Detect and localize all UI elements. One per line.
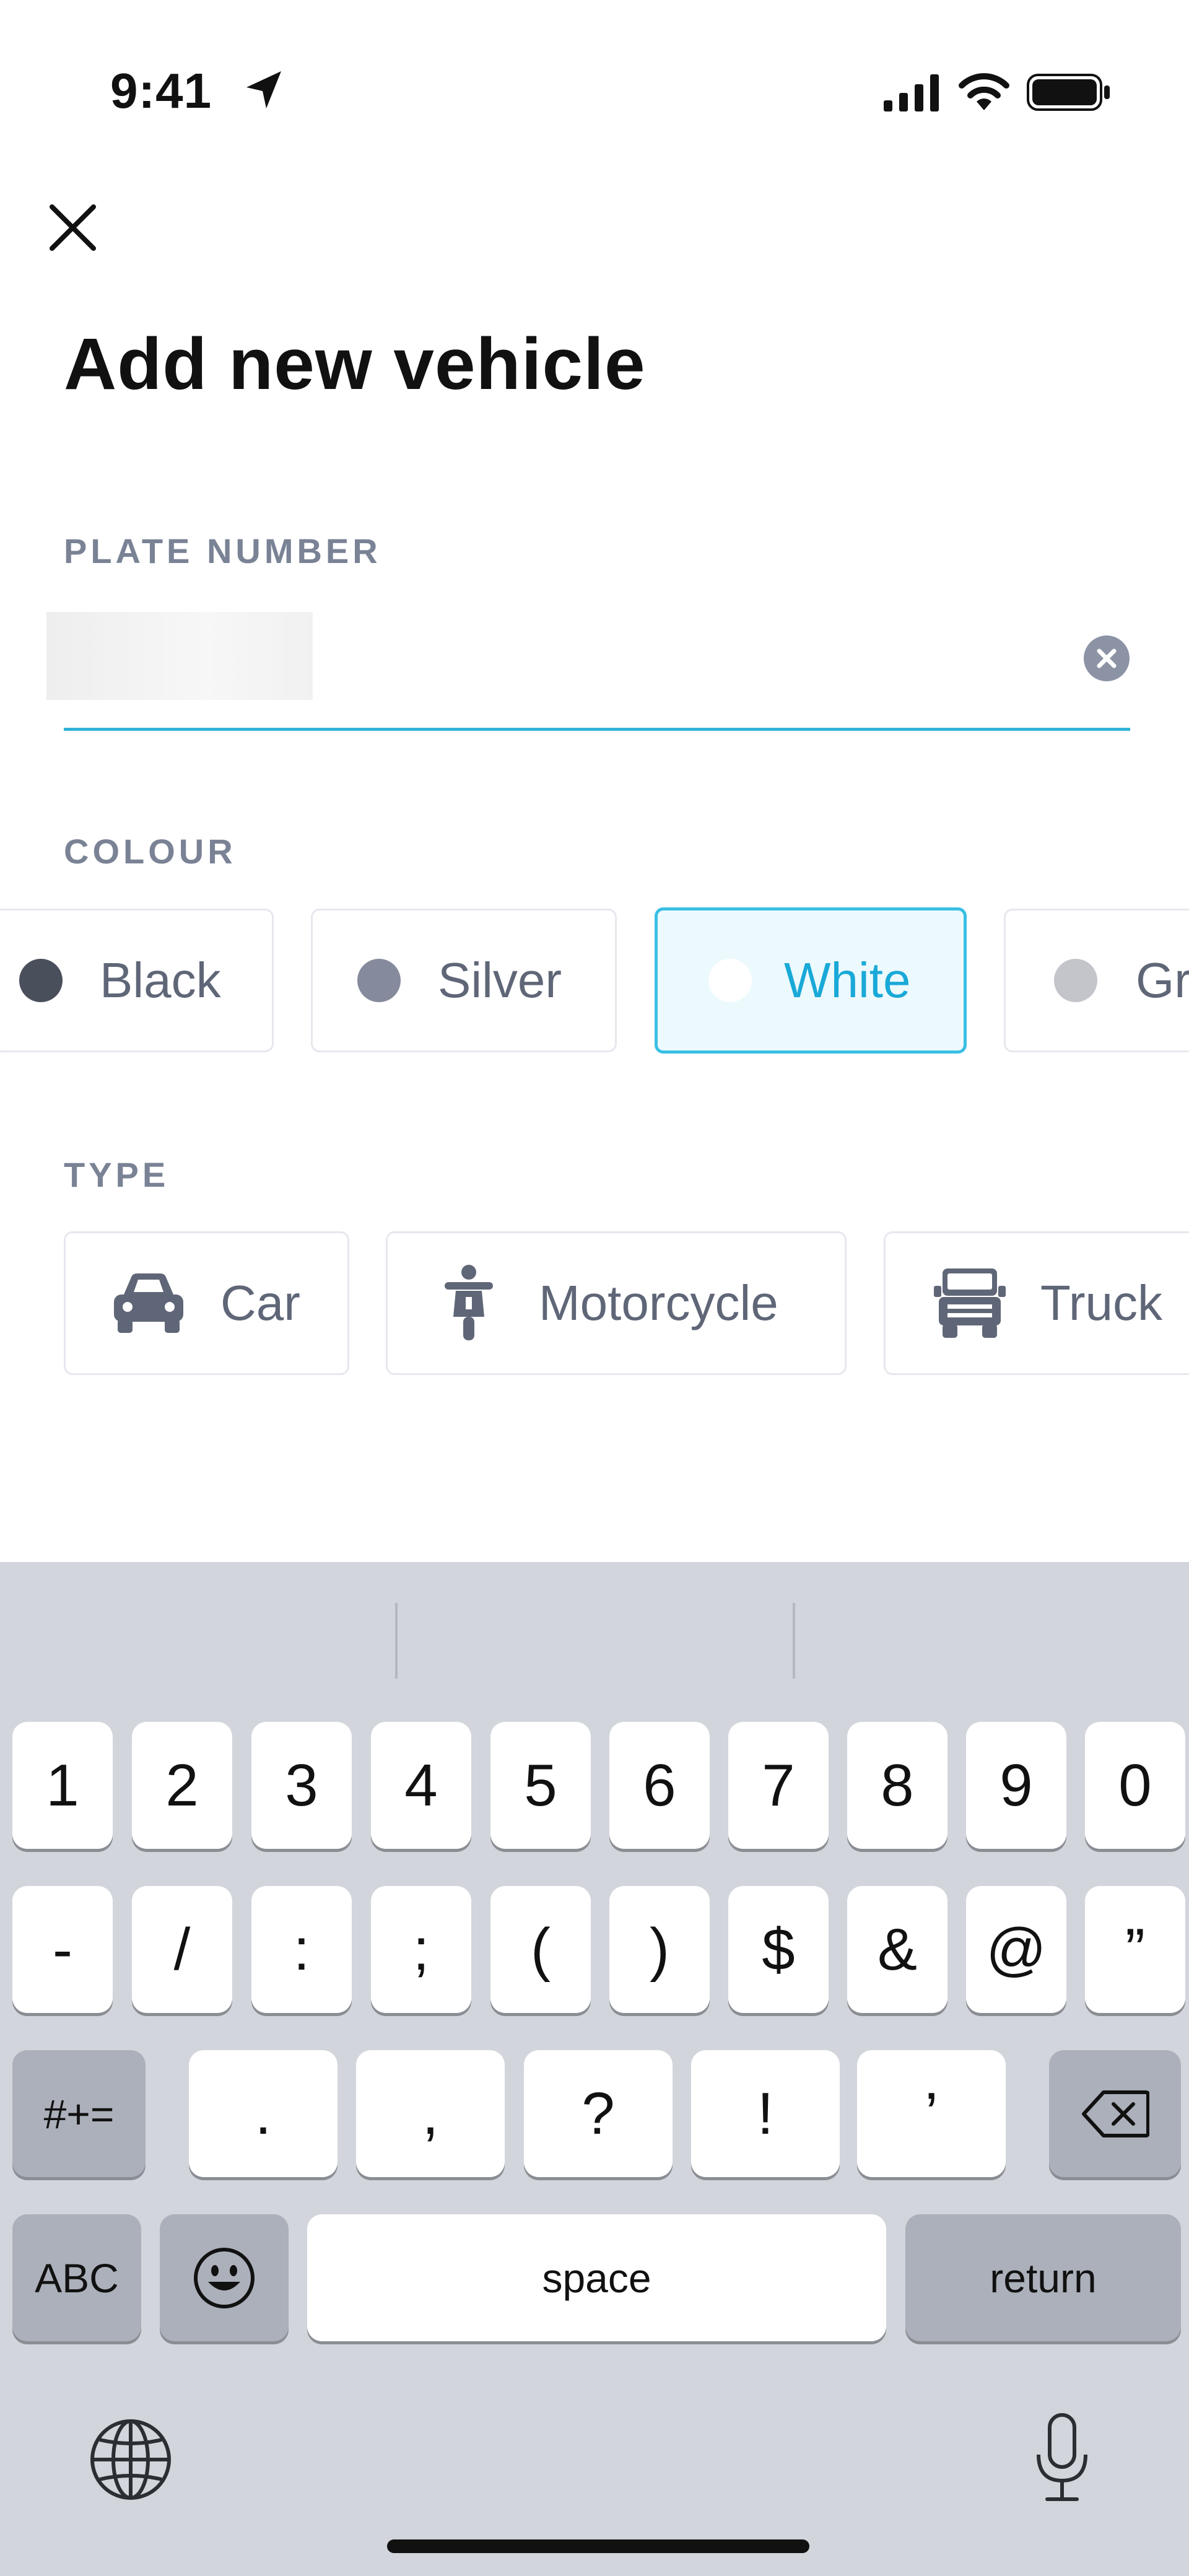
type-option-truck[interactable]: Truck xyxy=(884,1231,1189,1375)
colour-option-silver[interactable]: Silver xyxy=(311,909,617,1052)
car-icon xyxy=(114,1273,183,1333)
motorcycle-icon xyxy=(445,1265,493,1340)
globe-icon xyxy=(90,2419,171,2500)
type-option-motorcycle[interactable]: Motorcycle xyxy=(386,1231,847,1375)
colour-label: COLOUR xyxy=(64,832,237,871)
key[interactable]: @ xyxy=(966,1886,1066,2013)
colour-swatch-white xyxy=(708,959,752,1002)
symbols-shift-key[interactable]: #+= xyxy=(12,2050,146,2177)
key[interactable]: ! xyxy=(691,2050,840,2177)
status-time: 9:41 xyxy=(110,63,212,118)
key[interactable]: 4 xyxy=(371,1722,471,1849)
colour-swatch-silver xyxy=(357,959,401,1002)
key[interactable]: ; xyxy=(371,1886,471,2013)
clear-icon xyxy=(1097,648,1117,668)
type-label: TYPE xyxy=(64,1155,170,1194)
close-button[interactable] xyxy=(43,198,102,257)
colour-option-label: White xyxy=(784,953,911,1008)
key[interactable]: 0 xyxy=(1085,1722,1185,1849)
key[interactable]: 1 xyxy=(12,1722,113,1849)
suggestion-divider xyxy=(793,1603,795,1679)
key[interactable]: 7 xyxy=(728,1722,829,1849)
space-key[interactable]: space xyxy=(307,2214,886,2341)
emoji-icon xyxy=(194,2247,255,2308)
backspace-key[interactable] xyxy=(1049,2050,1181,2177)
key[interactable]: . xyxy=(189,2050,338,2177)
colour-option-grey[interactable]: Gre xyxy=(1004,909,1189,1052)
colour-option-label: Silver xyxy=(438,953,562,1008)
key[interactable]: ’ xyxy=(857,2050,1006,2177)
colour-swatch-grey xyxy=(1054,959,1097,1002)
key[interactable]: - xyxy=(12,1886,113,2013)
home-indicator xyxy=(387,2539,809,2553)
plate-number-value xyxy=(46,612,313,700)
wifi-icon xyxy=(959,73,1009,110)
colour-option-white[interactable]: White xyxy=(655,907,967,1054)
type-option-label: Car xyxy=(220,1275,300,1330)
battery-icon xyxy=(1027,74,1110,111)
key[interactable]: 3 xyxy=(251,1722,352,1849)
globe-button[interactable] xyxy=(89,2417,173,2502)
colour-swatch-black xyxy=(19,959,63,1002)
colour-option-black[interactable]: Black xyxy=(0,909,274,1052)
key[interactable]: $ xyxy=(728,1886,829,2013)
type-option-label: Truck xyxy=(1040,1275,1163,1330)
return-key[interactable]: return xyxy=(905,2214,1181,2341)
location-arrow-icon xyxy=(246,71,281,108)
key[interactable]: 5 xyxy=(490,1722,591,1849)
dictation-button[interactable] xyxy=(1031,2411,1093,2504)
key[interactable]: ) xyxy=(609,1886,710,2013)
key[interactable]: : xyxy=(251,1886,352,2013)
plate-number-label: PLATE NUMBER xyxy=(64,531,381,570)
microphone-icon xyxy=(1037,2413,1087,2501)
emoji-key[interactable] xyxy=(160,2214,289,2341)
backspace-icon xyxy=(1081,2090,1149,2137)
key[interactable]: , xyxy=(356,2050,505,2177)
key[interactable]: ? xyxy=(524,2050,673,2177)
page-title: Add new vehicle xyxy=(64,323,646,405)
colour-option-label: Gre xyxy=(1136,953,1189,1008)
key[interactable]: 8 xyxy=(847,1722,947,1849)
truck-icon xyxy=(934,1268,1006,1338)
type-option-label: Motorcycle xyxy=(539,1275,778,1330)
key[interactable]: / xyxy=(132,1886,232,2013)
key[interactable]: ( xyxy=(490,1886,591,2013)
suggestion-divider xyxy=(395,1603,398,1679)
close-icon xyxy=(50,204,96,251)
key[interactable]: 9 xyxy=(966,1722,1066,1849)
key[interactable]: 2 xyxy=(132,1722,232,1849)
key[interactable]: ” xyxy=(1085,1886,1185,2013)
abc-key[interactable]: ABC xyxy=(12,2214,141,2341)
type-option-car[interactable]: Car xyxy=(64,1231,349,1375)
clear-input-button[interactable] xyxy=(1084,635,1130,681)
signal-icon xyxy=(884,74,939,111)
key[interactable]: & xyxy=(847,1886,947,2013)
colour-option-label: Black xyxy=(100,953,221,1008)
key[interactable]: 6 xyxy=(609,1722,710,1849)
